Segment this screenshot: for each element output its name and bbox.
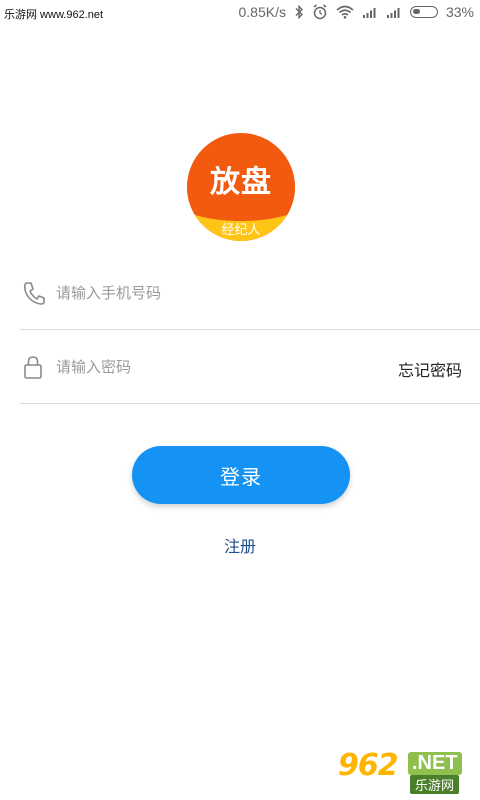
status-bar: 乐游网 www.962.net 0.85K/s 33% bbox=[0, 0, 480, 26]
wifi-icon bbox=[336, 5, 354, 19]
signal-icon-1 bbox=[362, 8, 376, 18]
watermark-logo: 962 .NET 乐游网 bbox=[338, 748, 472, 794]
logo-main-text: 放盘 bbox=[210, 165, 272, 200]
signal-icon-2 bbox=[386, 8, 400, 18]
phone-field-row bbox=[20, 256, 480, 330]
watermark-suffix: .NET bbox=[408, 752, 462, 775]
bluetooth-icon bbox=[295, 5, 303, 19]
forgot-password-link[interactable]: 忘记密码 bbox=[398, 357, 462, 381]
lock-icon bbox=[24, 356, 42, 379]
register-link[interactable]: 注册 bbox=[0, 533, 480, 557]
alarm-icon bbox=[313, 4, 327, 20]
phone-input[interactable] bbox=[54, 278, 358, 308]
status-source-text: 乐游网 www.962.net bbox=[4, 9, 104, 21]
login-button[interactable]: 登录 bbox=[132, 446, 350, 504]
watermark-cn: 乐游网 bbox=[410, 775, 460, 794]
password-field-row: 忘记密码 bbox=[20, 330, 480, 404]
status-icons: 0.85K/s 33% bbox=[238, 4, 474, 20]
app-logo: 放盘 经纪人 bbox=[187, 133, 295, 241]
battery-icon bbox=[409, 6, 438, 18]
phone-icon bbox=[23, 282, 45, 305]
network-speed: 0.85K/s bbox=[238, 4, 286, 20]
watermark-number: 962 bbox=[338, 748, 399, 783]
battery-fill bbox=[412, 9, 420, 14]
logo-sub-text: 经纪人 bbox=[221, 223, 261, 238]
battery-percent: 33% bbox=[445, 4, 474, 20]
password-input[interactable] bbox=[54, 352, 358, 382]
